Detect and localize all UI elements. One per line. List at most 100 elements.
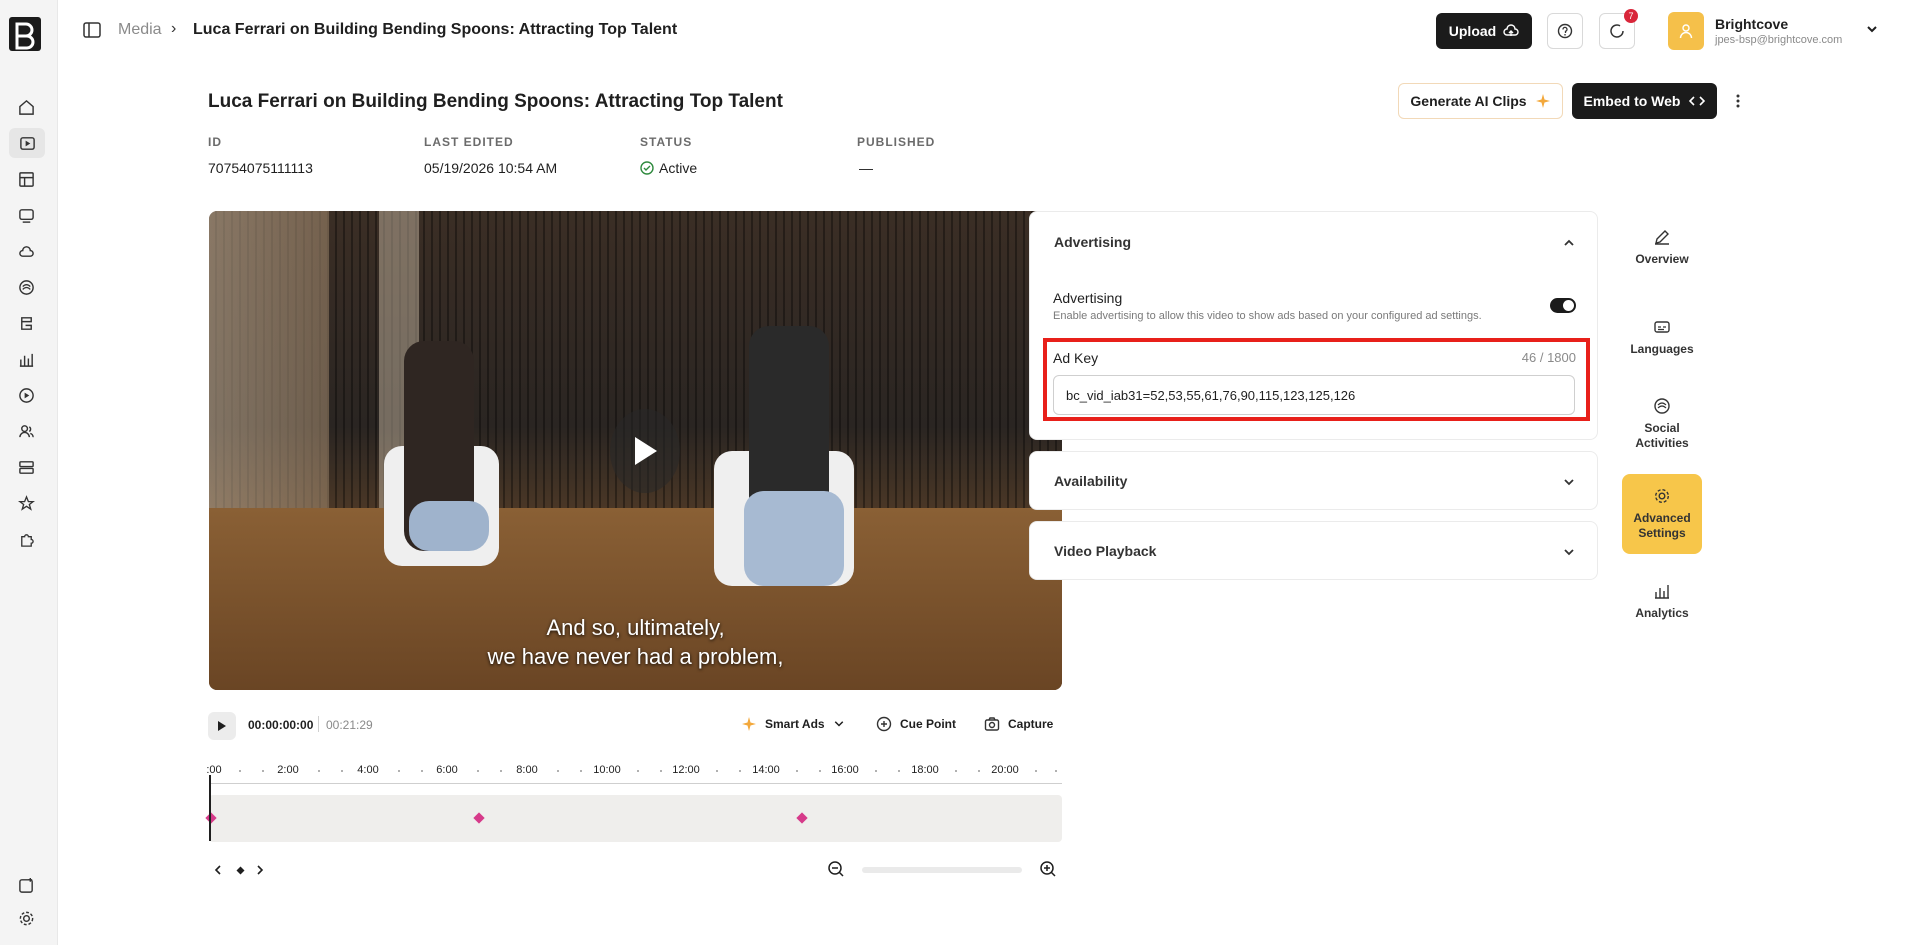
social-icon[interactable] [13,274,39,300]
gallery-icon[interactable] [13,310,39,336]
ruler-tick [898,770,900,772]
last-edited-label: LAST EDITED [424,135,514,149]
cue-point-button[interactable]: Cue Point [876,716,956,732]
help-button[interactable] [1547,13,1583,49]
next-cue-icon[interactable] [252,862,268,878]
tab-social-label-line-1: Social [1644,421,1680,435]
ruler-label: 18:00 [911,764,939,776]
breadcrumb-media[interactable]: Media [118,21,162,39]
cue-diamond-icon[interactable] [232,862,248,878]
media-add-icon[interactable] [13,872,39,898]
capture-label: Capture [1008,717,1054,731]
ruler-baseline [209,783,1062,784]
star-icon[interactable] [13,490,39,516]
video-playback-section-title[interactable]: Video Playback [1054,543,1156,559]
capture-button[interactable]: Capture [984,716,1053,732]
advertising-toggle-label: Advertising [1053,290,1123,306]
id-value: 70754075111113 [208,160,313,176]
tab-analytics[interactable]: Analytics [1622,582,1702,632]
ruler-tick [421,770,423,772]
breadcrumb-current: Luca Ferrari on Building Bending Spoons:… [193,21,678,38]
status-value: Active [659,160,698,176]
account-name[interactable]: Brightcove [1715,16,1788,32]
ruler-label: 4:00 [357,764,379,776]
timeline-track[interactable] [209,795,1062,842]
smart-ads-dropdown[interactable]: Smart Ads [741,716,845,732]
more-options-icon[interactable] [1728,89,1748,113]
ruler-tick [398,770,400,772]
tab-advanced-label: Advanced Settings [1633,511,1690,541]
analytics-icon[interactable] [13,346,39,372]
previous-cue-icon[interactable] [210,862,226,878]
tab-overview-label: Overview [1635,252,1689,266]
video-playback-card[interactable]: Video Playback [1029,521,1598,580]
chevron-down-icon[interactable] [1563,476,1575,488]
ad-key-input[interactable] [1053,375,1575,415]
video-preview[interactable]: And so, ultimately, we have never had a … [209,211,1062,690]
chevron-down-icon[interactable] [1563,546,1575,558]
upload-button[interactable]: Upload [1436,13,1532,49]
left-speaker-legs [409,501,489,551]
bar-chart-icon [1655,585,1669,599]
tab-overview[interactable]: Overview [1622,228,1702,278]
storage-icon[interactable] [13,454,39,480]
ai-clips-label: Generate AI Clips [1410,93,1527,109]
users-icon[interactable] [13,418,39,444]
caption-line-2: we have never had a problem, [487,644,784,669]
tab-social-label: Social Activities [1635,421,1688,451]
zoom-out-icon[interactable] [827,860,845,878]
tab-advanced-settings[interactable]: Advanced Settings [1622,474,1702,554]
camera-icon [984,717,1000,731]
advertising-toggle[interactable] [1550,298,1576,313]
ruler-label: 16:00 [831,764,859,776]
ruler-tick [580,770,582,772]
sidebar-toggle-icon[interactable] [82,20,102,40]
settings-gear-icon[interactable] [13,905,39,931]
ruler-tick [239,770,241,772]
media-icon[interactable] [9,128,45,158]
right-speaker [749,326,829,516]
embed-to-web-button[interactable]: Embed to Web [1572,83,1717,119]
activity-button[interactable]: 7 [1599,9,1638,49]
ruler-tick [557,770,559,772]
avatar[interactable] [1668,12,1704,50]
zoom-in-icon[interactable] [1039,860,1057,878]
availability-section-title[interactable]: Availability [1054,473,1127,489]
cue-point-label: Cue Point [900,717,956,731]
cloud-icon[interactable] [13,238,39,264]
home-icon[interactable] [13,94,39,120]
top-bar: Media › Luca Ferrari on Building Bending… [58,0,1914,62]
tab-languages[interactable]: Languages [1622,318,1702,368]
embed-label: Embed to Web [1583,93,1681,109]
advertising-section-title[interactable]: Advertising [1054,234,1131,250]
upload-cloud-icon [1503,24,1519,36]
chevron-up-icon[interactable] [1563,237,1575,249]
ruler-tick [262,770,264,772]
ruler-label: 8:00 [516,764,538,776]
live-icon[interactable] [13,382,39,408]
video-play-button[interactable] [610,409,680,493]
ruler-label: 12:00 [672,764,700,776]
ruler-tick [500,770,502,772]
player-icon[interactable] [13,202,39,228]
status-badge: Active [640,160,697,176]
generate-ai-clips-button[interactable]: Generate AI Clips [1398,83,1563,119]
availability-card[interactable]: Availability [1029,451,1598,510]
duration: 00:21:29 [326,718,373,732]
smart-ads-label: Smart Ads [765,717,825,731]
published-label: PUBLISHED [857,135,936,149]
tab-social-activities[interactable]: Social Activities [1622,397,1702,457]
ruler-tick [739,770,741,772]
layout-icon[interactable] [13,166,39,192]
spinner-icon [1610,24,1624,38]
ruler-label: 20:00 [991,764,1019,776]
ruler-tick [716,770,718,772]
playhead[interactable] [209,775,211,841]
timeline-ruler: :00 2:00 4:00 6:00 8:00 10:00 12:00 14:0… [206,760,1062,784]
play-icon [218,721,226,731]
plugin-icon[interactable] [13,526,39,552]
zoom-slider[interactable] [862,867,1022,873]
chevron-down-icon[interactable] [1865,22,1879,36]
player-play-button[interactable] [208,712,236,740]
brightcove-logo[interactable] [9,17,41,51]
